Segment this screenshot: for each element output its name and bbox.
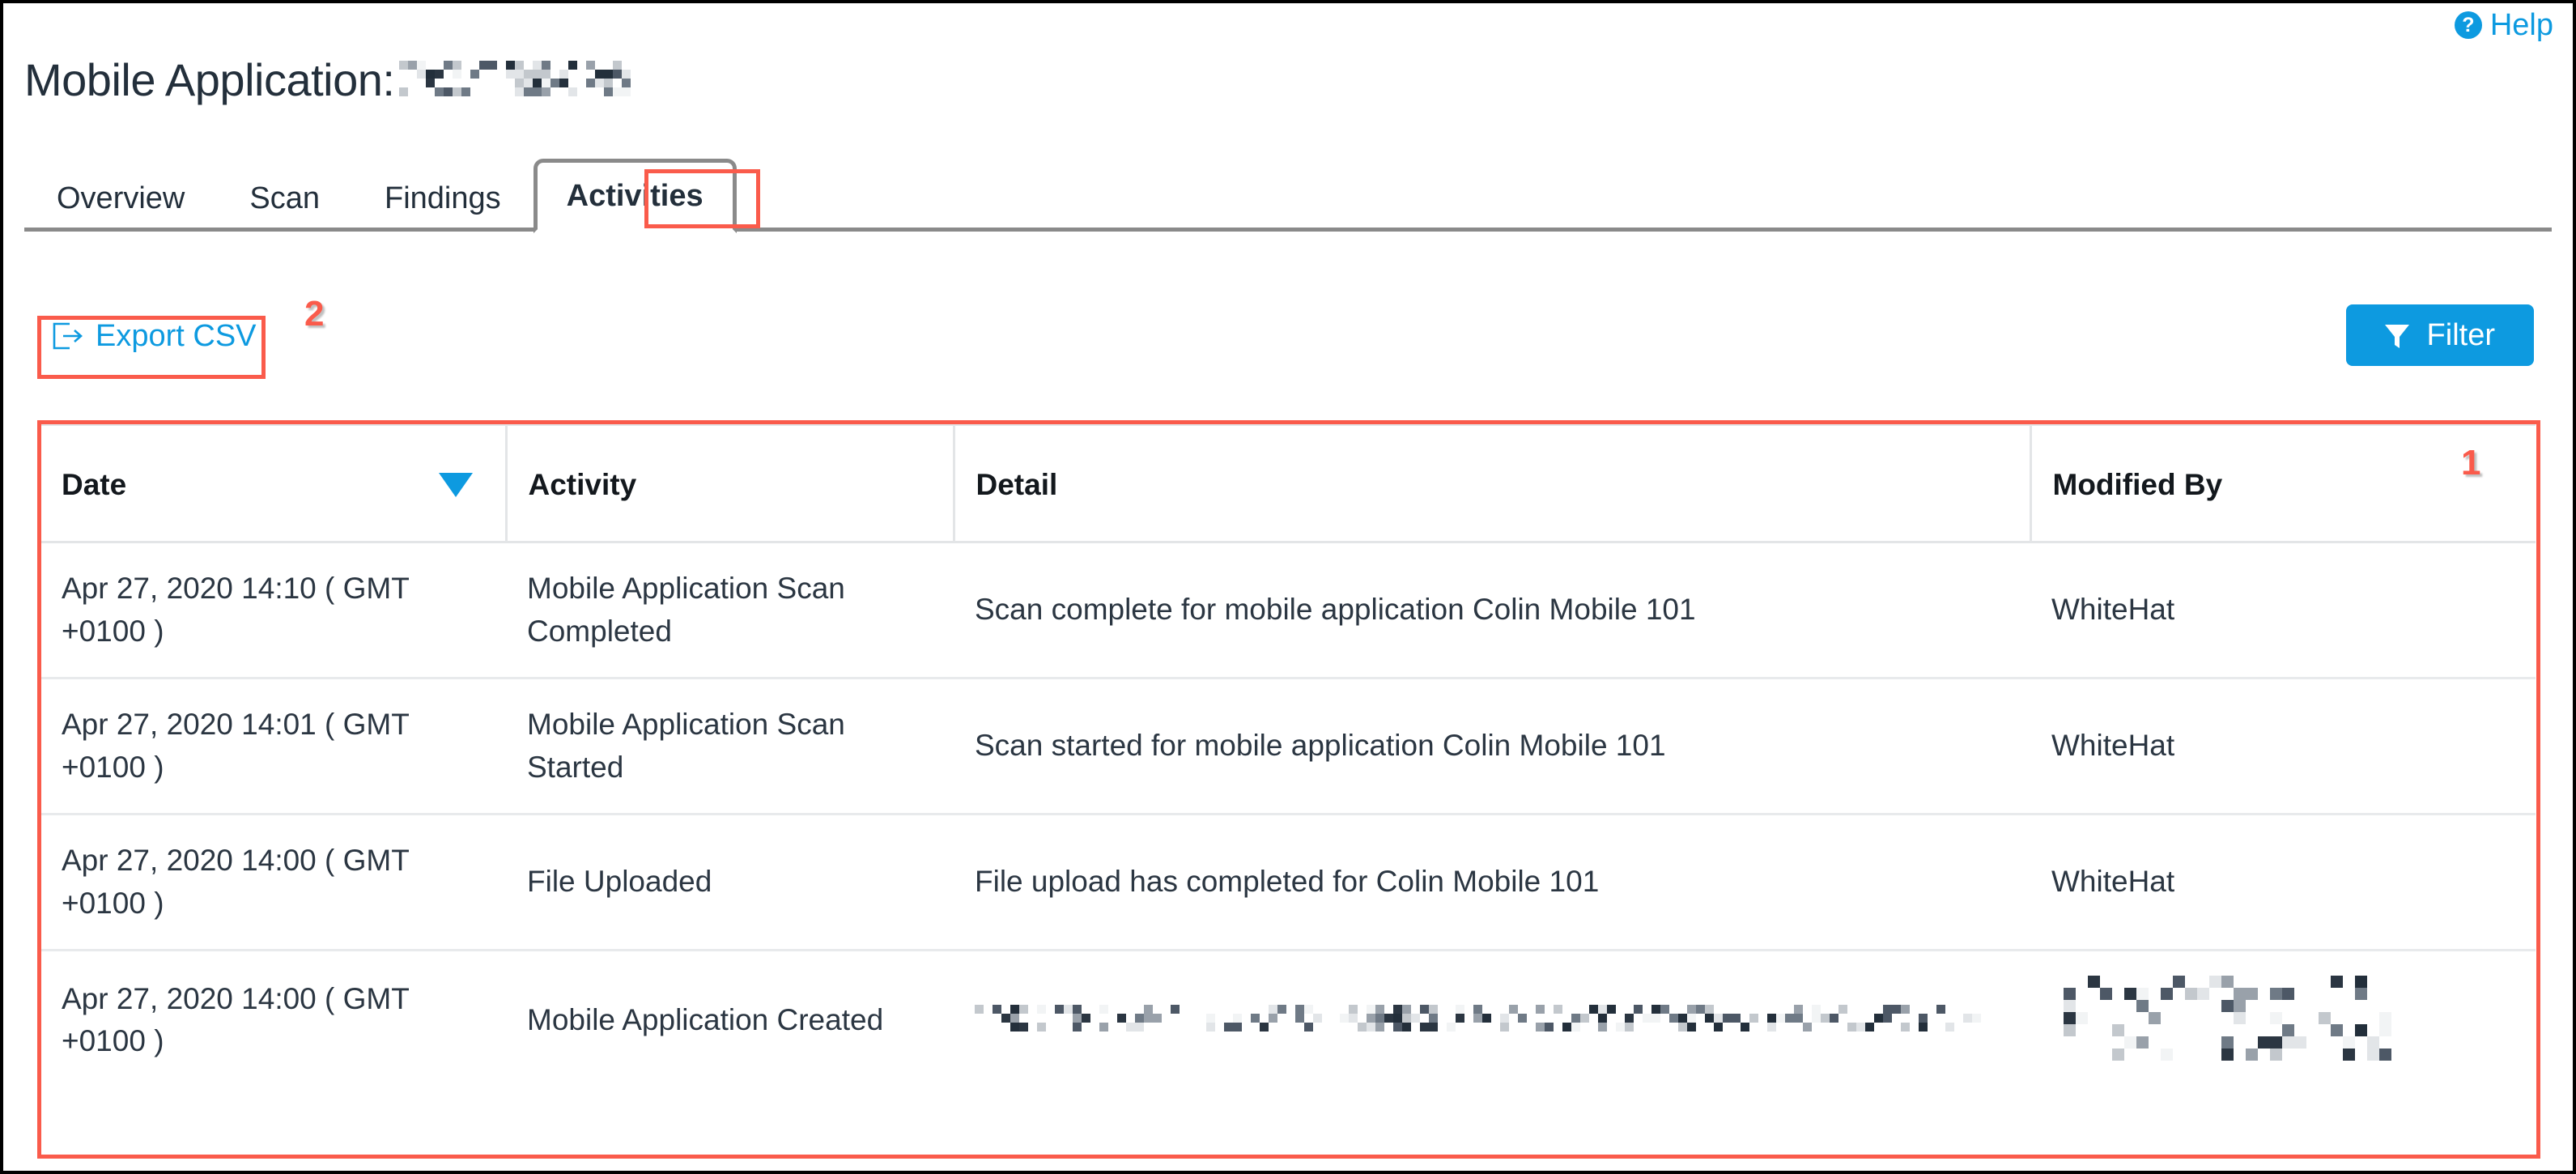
- application-page: ? Help Mobile Application: Overview Scan F…: [0, 0, 2576, 1174]
- cell-date: Apr 27, 2020 14:10 ( GMT +0100 ): [40, 542, 506, 680]
- redacted-detail: [975, 1005, 1991, 1039]
- page-title-prefix: Mobile Application:: [24, 53, 395, 105]
- tab-label: Activities: [566, 179, 704, 213]
- cell-detail: File upload has completed for Colin Mobi…: [954, 814, 2030, 952]
- annotation-badge-1: 1: [2461, 443, 2481, 483]
- cell-modified-by: WhiteHat: [2030, 678, 2536, 816]
- column-header-detail-label: Detail: [976, 468, 1058, 501]
- cell-date: Apr 27, 2020 14:00 ( GMT +0100 ): [40, 814, 506, 952]
- table-row[interactable]: Apr 27, 2020 14:10 ( GMT +0100 ) Mobile A…: [40, 542, 2536, 680]
- cell-activity: File Uploaded: [506, 814, 954, 952]
- cell-date: Apr 27, 2020 14:01 ( GMT +0100 ): [40, 678, 506, 816]
- filter-label: Filter: [2426, 317, 2495, 352]
- export-csv-link[interactable]: Export CSV: [44, 317, 265, 358]
- table-row[interactable]: Apr 27, 2020 14:01 ( GMT +0100 ) Mobile A…: [40, 678, 2536, 816]
- page-title: Mobile Application:: [24, 53, 639, 105]
- tab-list: Overview Scan Findings Activities: [24, 159, 737, 233]
- activities-table: Date Activity Detail Modified By Apr 27,…: [40, 423, 2536, 1156]
- annotation-badge-2: 2: [304, 294, 325, 334]
- cell-modified-by: [2030, 951, 2536, 1090]
- tab-label: Overview: [57, 181, 185, 215]
- tab-activities[interactable]: Activities: [533, 159, 737, 233]
- column-header-modified-by[interactable]: Modified By: [2029, 423, 2536, 543]
- table-body: Apr 27, 2020 14:10 ( GMT +0100 ) Mobile A…: [40, 542, 2536, 1090]
- help-link[interactable]: ? Help: [2454, 8, 2553, 42]
- column-header-date[interactable]: Date: [40, 423, 506, 543]
- cell-modified-by: WhiteHat: [2030, 814, 2536, 952]
- cell-detail: [954, 951, 2030, 1090]
- column-header-modified-by-label: Modified By: [2052, 468, 2223, 501]
- cell-date: Apr 27, 2020 14:00 ( GMT +0100 ): [62, 981, 410, 1058]
- table-header-row: Date Activity Detail Modified By: [40, 423, 2536, 543]
- column-header-detail[interactable]: Detail: [952, 423, 2030, 543]
- cell-detail: Scan complete for mobile application Col…: [954, 542, 2030, 680]
- tab-label: Scan: [249, 181, 320, 215]
- tab-label: Findings: [385, 181, 501, 215]
- table-row[interactable]: Apr 27, 2020 14:00 ( GMT +0100 ) File Upl…: [40, 814, 2536, 952]
- redacted-modified-by: [2051, 976, 2400, 1065]
- funnel-icon: [2384, 322, 2409, 348]
- cell-activity: Mobile Application Scan Started: [506, 678, 954, 816]
- cell-modified-by: WhiteHat: [2030, 542, 2536, 680]
- tab-findings[interactable]: Findings: [352, 183, 533, 232]
- table-row[interactable]: Apr 27, 2020 14:00 ( GMT +0100 ) Mobile A…: [40, 951, 2536, 1090]
- export-icon: [52, 322, 83, 350]
- question-circle-icon: ?: [2454, 11, 2482, 39]
- help-label: Help: [2489, 8, 2553, 42]
- export-csv-label: Export CSV: [96, 319, 257, 353]
- cell-activity: Mobile Application Scan Completed: [506, 542, 954, 680]
- tab-overview[interactable]: Overview: [24, 183, 217, 232]
- tab-bar: Overview Scan Findings Activities: [3, 159, 2573, 233]
- tab-scan[interactable]: Scan: [217, 183, 352, 232]
- cell-activity: Mobile Application Created: [527, 1002, 884, 1036]
- column-header-activity[interactable]: Activity: [504, 423, 954, 543]
- column-header-activity-label: Activity: [528, 468, 637, 501]
- table-toolbar: Export CSV Filter: [3, 295, 2573, 392]
- redacted-app-name: [399, 61, 639, 98]
- filter-button[interactable]: Filter: [2345, 304, 2534, 366]
- column-header-date-label: Date: [62, 468, 127, 501]
- cell-detail: Scan started for mobile application Coli…: [954, 678, 2030, 816]
- caret-down-icon[interactable]: [438, 473, 473, 497]
